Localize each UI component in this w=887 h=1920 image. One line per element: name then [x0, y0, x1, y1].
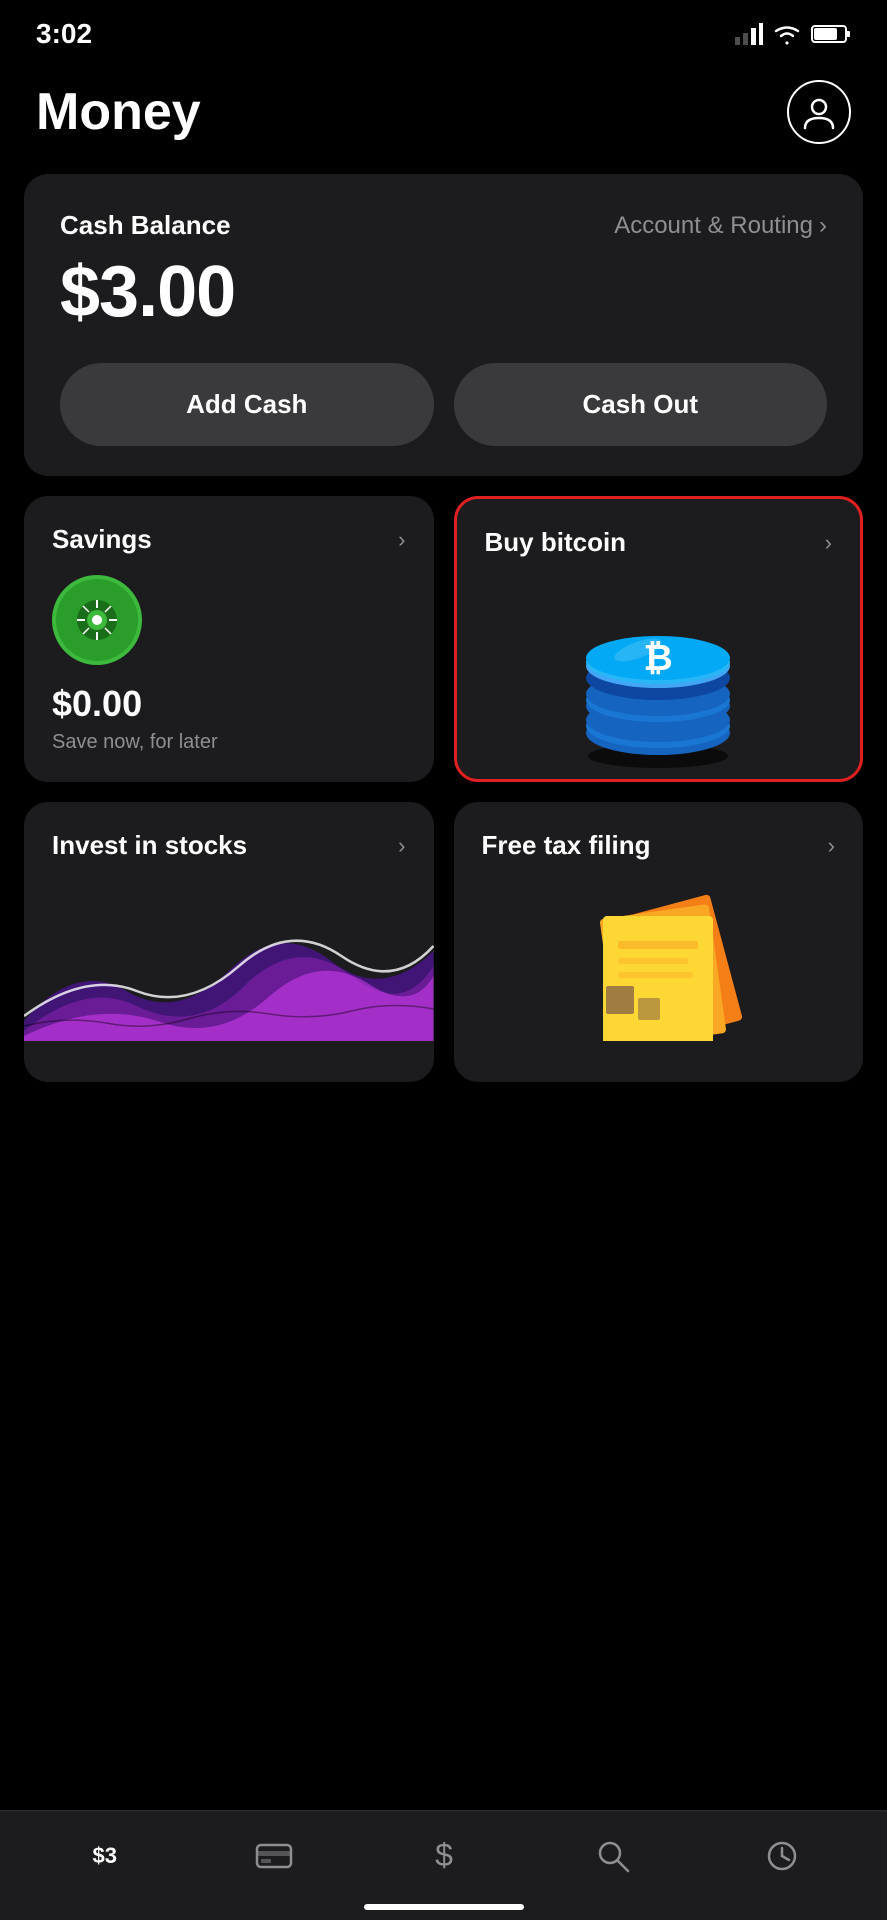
stocks-tile[interactable]: Invest in stocks ›: [24, 802, 434, 1082]
main-content: Cash Balance Account & Routing › $3.00 A…: [0, 174, 887, 1082]
savings-icon: [52, 575, 142, 665]
nav-cash[interactable]: $: [359, 1838, 528, 1874]
invest-chart: [24, 881, 434, 1041]
cash-out-button[interactable]: Cash Out: [454, 363, 828, 446]
nav-search[interactable]: [528, 1839, 697, 1873]
tax-title: Free tax filing: [482, 830, 651, 861]
card-buttons-row: Add Cash Cash Out: [60, 363, 827, 446]
tax-chevron: ›: [828, 833, 835, 859]
search-icon: [596, 1839, 630, 1873]
home-indicator: [364, 1904, 524, 1910]
tax-visual: [482, 881, 836, 1041]
bitcoin-tile[interactable]: Buy bitcoin ›: [454, 496, 864, 782]
card-icon: [255, 1841, 293, 1871]
status-time: 3:02: [36, 18, 92, 50]
savings-wheel-icon: [71, 594, 123, 646]
bitcoin-stack-svg: ₿: [558, 578, 758, 768]
tax-docs-svg: [558, 886, 758, 1041]
status-icons: [735, 23, 851, 45]
card-header-row: Cash Balance Account & Routing ›: [60, 210, 827, 241]
svg-text:$: $: [435, 1838, 453, 1873]
dollar-sign-icon: $: [430, 1838, 458, 1874]
header: Money: [0, 60, 887, 174]
stocks-tile-header: Invest in stocks ›: [52, 830, 406, 861]
nav-card[interactable]: [189, 1841, 358, 1871]
savings-amount: $0.00: [52, 683, 406, 725]
page-title: Money: [36, 82, 201, 142]
profile-button[interactable]: [787, 80, 851, 144]
cash-balance-label: Cash Balance: [60, 210, 231, 241]
savings-tile-header: Savings ›: [52, 524, 406, 555]
savings-tile[interactable]: Savings › $0.00: [24, 496, 434, 782]
bitcoin-title: Buy bitcoin: [485, 527, 627, 558]
stocks-chevron: ›: [398, 833, 405, 859]
clock-icon: [765, 1839, 799, 1873]
tiles-grid: Savings › $0.00: [24, 496, 863, 1082]
account-routing-chevron: ›: [819, 212, 827, 240]
wifi-icon: [773, 23, 801, 45]
tax-tile[interactable]: Free tax filing ›: [454, 802, 864, 1082]
profile-icon: [801, 94, 837, 130]
add-cash-button[interactable]: Add Cash: [60, 363, 434, 446]
savings-title: Savings: [52, 524, 152, 555]
account-routing-link[interactable]: Account & Routing ›: [614, 212, 827, 240]
battery-icon: [811, 23, 851, 45]
nav-history[interactable]: [698, 1839, 867, 1873]
savings-subtitle: Save now, for later: [52, 731, 406, 782]
nav-balance-label: $3: [92, 1843, 116, 1869]
bitcoin-visual: ₿: [485, 578, 833, 768]
signal-icon: [735, 23, 763, 45]
tax-tile-header: Free tax filing ›: [482, 830, 836, 861]
bitcoin-tile-header: Buy bitcoin ›: [485, 527, 833, 558]
balance-amount: $3.00: [60, 251, 827, 333]
bitcoin-chevron: ›: [825, 530, 832, 556]
nav-home[interactable]: $3: [20, 1843, 189, 1869]
status-bar: 3:02: [0, 0, 887, 60]
cash-balance-card: Cash Balance Account & Routing › $3.00 A…: [24, 174, 863, 476]
account-routing-text: Account & Routing: [614, 212, 813, 240]
savings-chevron: ›: [398, 527, 405, 553]
stocks-title: Invest in stocks: [52, 830, 247, 861]
